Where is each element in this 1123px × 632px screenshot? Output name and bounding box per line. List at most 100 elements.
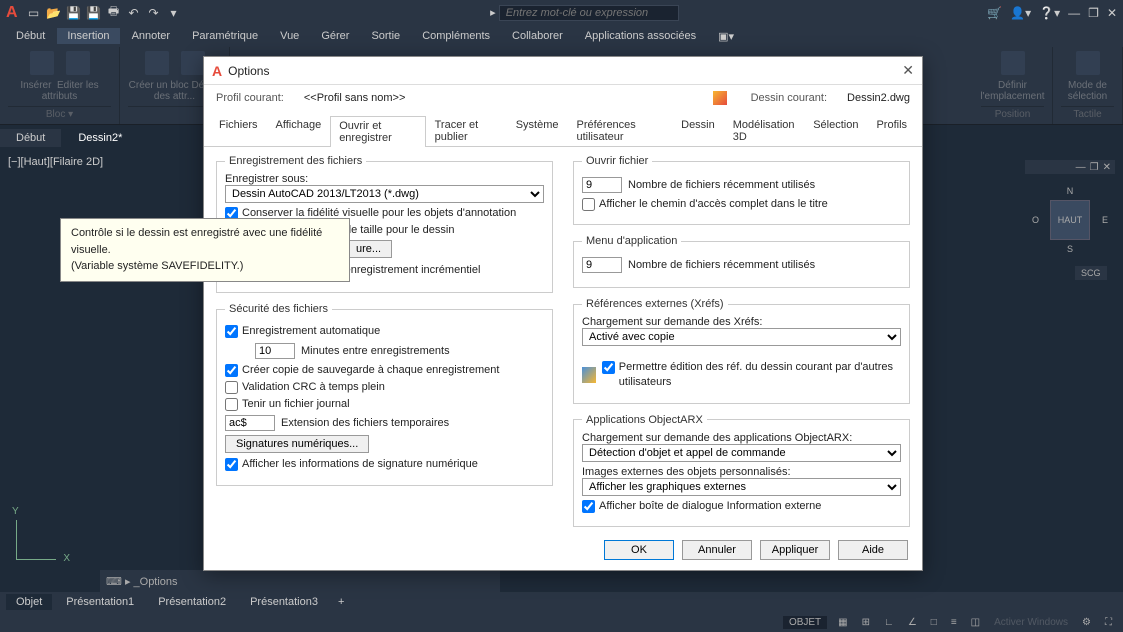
menu-overflow-icon[interactable]: ▣▾ xyxy=(708,28,744,45)
tab-affichage[interactable]: Affichage xyxy=(267,115,331,146)
tab-systeme[interactable]: Système xyxy=(507,115,568,146)
status-lineweight-icon[interactable]: ≡ xyxy=(948,617,960,628)
autosave-minutes-label: Minutes entre enregistrements xyxy=(301,345,450,357)
minimize-icon[interactable]: — xyxy=(1068,6,1080,20)
autosave-minutes-input[interactable] xyxy=(255,343,295,359)
options-dialog: A Options ✕ Profil courant: <<Profil san… xyxy=(203,56,923,571)
plot-icon[interactable]: 🖶 xyxy=(106,5,122,21)
insert-block-icon[interactable] xyxy=(30,51,54,75)
compass-s[interactable]: S xyxy=(1067,244,1073,254)
redo-icon[interactable]: ↷ xyxy=(146,5,162,21)
status-objet[interactable]: OBJET xyxy=(783,616,827,629)
chk-crc[interactable] xyxy=(225,381,238,394)
tab-pref-utilisateur[interactable]: Préférences utilisateur xyxy=(567,115,672,146)
nav-minimize-icon[interactable]: — xyxy=(1076,162,1086,173)
dialog-titlebar[interactable]: A Options ✕ xyxy=(204,57,922,85)
temp-ext-input[interactable] xyxy=(225,415,275,431)
compass-n[interactable]: N xyxy=(1067,186,1074,196)
account-icon[interactable]: 👤▾ xyxy=(1010,6,1031,20)
tab-profils[interactable]: Profils xyxy=(867,115,916,146)
appmenu-recent-input[interactable] xyxy=(582,257,622,273)
layout-tab-objet[interactable]: Objet xyxy=(6,594,52,610)
dialog-close-icon[interactable]: ✕ xyxy=(902,62,914,79)
status-customize-icon[interactable]: ⚙ xyxy=(1079,617,1094,628)
nav-close-icon[interactable]: ✕ xyxy=(1103,162,1111,173)
chk-show-sig-info[interactable] xyxy=(225,458,238,471)
menu-collaborer[interactable]: Collaborer xyxy=(502,28,573,44)
cancel-button[interactable]: Annuler xyxy=(682,540,752,560)
status-snap-icon[interactable]: ⊞ xyxy=(859,617,873,628)
define-attr-icon[interactable] xyxy=(181,51,205,75)
edit-attributes-icon[interactable] xyxy=(66,51,90,75)
menu-sortie[interactable]: Sortie xyxy=(361,28,410,44)
tab-ouvrir-enregistrer[interactable]: Ouvrir et enregistrer xyxy=(330,116,425,147)
restore-icon[interactable]: ❐ xyxy=(1088,6,1099,20)
help-button[interactable]: Aide xyxy=(838,540,908,560)
doc-tab-debut[interactable]: Début xyxy=(0,129,61,147)
proxy-images-select[interactable]: Afficher les graphiques externes xyxy=(582,478,901,496)
menu-vue[interactable]: Vue xyxy=(270,28,309,44)
status-grid-icon[interactable]: ▦ xyxy=(835,617,850,628)
menu-gerer[interactable]: Gérer xyxy=(311,28,359,44)
ucs-badge[interactable]: SCG xyxy=(1075,266,1107,280)
new-icon[interactable]: ▭ xyxy=(26,5,42,21)
status-transparency-icon[interactable]: ◫ xyxy=(968,617,983,628)
digital-signatures-button[interactable]: Signatures numériques... xyxy=(225,435,369,453)
command-line[interactable]: ⌨ _Options xyxy=(100,570,500,592)
recent-files-input[interactable] xyxy=(582,177,622,193)
view-cube-face[interactable]: HAUT xyxy=(1050,200,1090,240)
menu-annoter[interactable]: Annoter xyxy=(122,28,181,44)
menu-debut[interactable]: Début xyxy=(6,28,55,44)
qat-dropdown-icon[interactable]: ▾ xyxy=(166,5,182,21)
menu-parametrique[interactable]: Paramétrique xyxy=(182,28,268,44)
tab-dessin[interactable]: Dessin xyxy=(672,115,724,146)
status-ortho-icon[interactable]: ∟ xyxy=(881,617,897,628)
nav-restore-icon[interactable]: ❐ xyxy=(1090,162,1099,173)
tab-fichiers[interactable]: Fichiers xyxy=(210,115,267,146)
menu-complements[interactable]: Compléments xyxy=(412,28,500,44)
status-fullscreen-icon[interactable]: ⛶ xyxy=(1102,617,1115,628)
chk-logfile[interactable] xyxy=(225,398,238,411)
chk-full-path-title[interactable] xyxy=(582,198,595,211)
tab-modelisation-3d[interactable]: Modélisation 3D xyxy=(724,115,804,146)
chk-proxy-dialog[interactable] xyxy=(582,500,595,513)
layout-tab-pres3[interactable]: Présentation3 xyxy=(240,594,328,610)
compass-o[interactable]: O xyxy=(1032,215,1039,225)
layout-tab-pres2[interactable]: Présentation2 xyxy=(148,594,236,610)
viewport-label[interactable]: [−][Haut][Filaire 2D] xyxy=(8,156,103,168)
save-icon[interactable]: 💾 xyxy=(66,5,82,21)
touch-mode-icon[interactable] xyxy=(1076,51,1100,75)
menu-apps-associees[interactable]: Applications associées xyxy=(575,28,706,44)
saveas-icon[interactable]: 💾 xyxy=(86,5,102,21)
help-icon[interactable]: ❔▾ xyxy=(1039,6,1060,20)
ok-button[interactable]: OK xyxy=(604,540,674,560)
xref-load-select[interactable]: Activé avec copie xyxy=(582,328,901,346)
menu-insertion[interactable]: Insertion xyxy=(57,28,119,44)
open-icon[interactable]: 📂 xyxy=(46,5,62,21)
close-window-icon[interactable]: ✕ xyxy=(1107,6,1117,20)
status-polar-icon[interactable]: ∠ xyxy=(905,617,920,628)
tab-selection[interactable]: Sélection xyxy=(804,115,867,146)
cart-icon[interactable]: 🛒 xyxy=(987,6,1002,20)
ribbon-panel-bloc-title[interactable]: Bloc ▾ xyxy=(8,106,111,120)
save-as-select[interactable]: Dessin AutoCAD 2013/LT2013 (*.dwg) xyxy=(225,185,544,203)
tab-tracer-publier[interactable]: Tracer et publier xyxy=(426,115,507,146)
compass-e[interactable]: E xyxy=(1102,215,1108,225)
layout-tab-pres1[interactable]: Présentation1 xyxy=(56,594,144,610)
chk-backup-copy[interactable] xyxy=(225,364,238,377)
thumb-btn[interactable]: ure... xyxy=(345,240,392,258)
undo-icon[interactable]: ↶ xyxy=(126,5,142,21)
chk-autosave[interactable] xyxy=(225,325,238,338)
chk-allow-xref-edit[interactable] xyxy=(602,361,615,374)
layout-tab-add[interactable]: + xyxy=(332,594,350,610)
set-location-icon[interactable] xyxy=(1001,51,1025,75)
status-osnap-icon[interactable]: □ xyxy=(928,617,940,628)
xref-edit-icon xyxy=(582,367,596,383)
apply-button[interactable]: Appliquer xyxy=(760,540,830,560)
doc-tab-dessin2[interactable]: Dessin2* xyxy=(62,129,138,147)
search-input[interactable] xyxy=(499,5,679,21)
create-block-icon[interactable] xyxy=(145,51,169,75)
arx-load-select[interactable]: Détection d'objet et appel de commande xyxy=(582,444,901,462)
view-cube[interactable]: HAUT N S E O xyxy=(1040,190,1100,250)
ucs-icon[interactable]: Y X xyxy=(16,510,66,560)
